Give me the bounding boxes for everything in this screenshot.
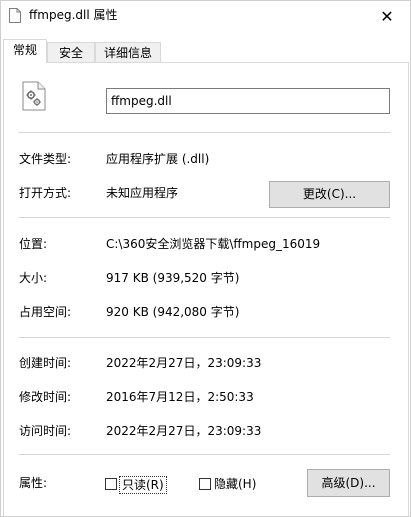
- created-value: 2022年2月27日，23:09:33: [106, 356, 262, 370]
- separator: [19, 217, 390, 218]
- tab-general[interactable]: 常规: [3, 39, 47, 63]
- separator: [19, 337, 390, 338]
- dll-file-gear-icon: [22, 81, 46, 111]
- hidden-checkbox-label[interactable]: 隐藏(H): [214, 476, 256, 492]
- created-label: 创建时间:: [19, 356, 72, 370]
- general-tab-panel: [3, 62, 409, 516]
- separator: [19, 454, 390, 455]
- attributes-label: 属性:: [19, 476, 48, 490]
- close-icon: ✕: [380, 6, 394, 26]
- modified-value: 2016年7月12日，2:50:33: [106, 390, 254, 404]
- tab-strip: 常规 安全 详细信息: [1, 39, 410, 63]
- tab-security[interactable]: 安全: [47, 42, 95, 62]
- properties-window: ffmpeg.dll 属性 ✕ 常规 安全 详细信息 文件类型:: [0, 0, 411, 517]
- change-button[interactable]: 更改(C)...: [269, 181, 390, 208]
- file-name-input[interactable]: [106, 88, 390, 114]
- location-label: 位置:: [19, 237, 48, 251]
- window-title: ffmpeg.dll 属性: [29, 8, 118, 22]
- size-on-disk-value: 920 KB (942,080 字节): [106, 305, 240, 319]
- separator: [19, 132, 390, 133]
- accessed-value: 2022年2月27日，23:09:33: [106, 424, 262, 438]
- file-type-value: 应用程序扩展 (.dll): [106, 152, 210, 166]
- size-label: 大小:: [19, 271, 48, 285]
- advanced-button[interactable]: 高级(D)...: [307, 469, 390, 497]
- hidden-checkbox[interactable]: [199, 478, 211, 490]
- modified-label: 修改时间:: [19, 390, 72, 404]
- opens-with-label: 打开方式:: [19, 186, 72, 200]
- opens-with-value: 未知应用程序: [106, 186, 179, 200]
- readonly-checkbox-label[interactable]: 只读(R): [119, 476, 167, 494]
- readonly-checkbox[interactable]: [105, 478, 117, 490]
- accessed-label: 访问时间:: [19, 424, 72, 438]
- file-type-label: 文件类型:: [19, 152, 72, 166]
- size-value: 917 KB (939,520 字节): [106, 271, 240, 285]
- size-on-disk-label: 占用空间:: [19, 305, 72, 319]
- title-bar[interactable]: ffmpeg.dll 属性 ✕: [1, 1, 410, 31]
- tab-details[interactable]: 详细信息: [95, 42, 161, 62]
- location-value: C:\360安全浏览器下载\ffmpeg_16019: [106, 237, 321, 251]
- file-icon: [9, 8, 21, 23]
- close-button[interactable]: ✕: [364, 1, 410, 31]
